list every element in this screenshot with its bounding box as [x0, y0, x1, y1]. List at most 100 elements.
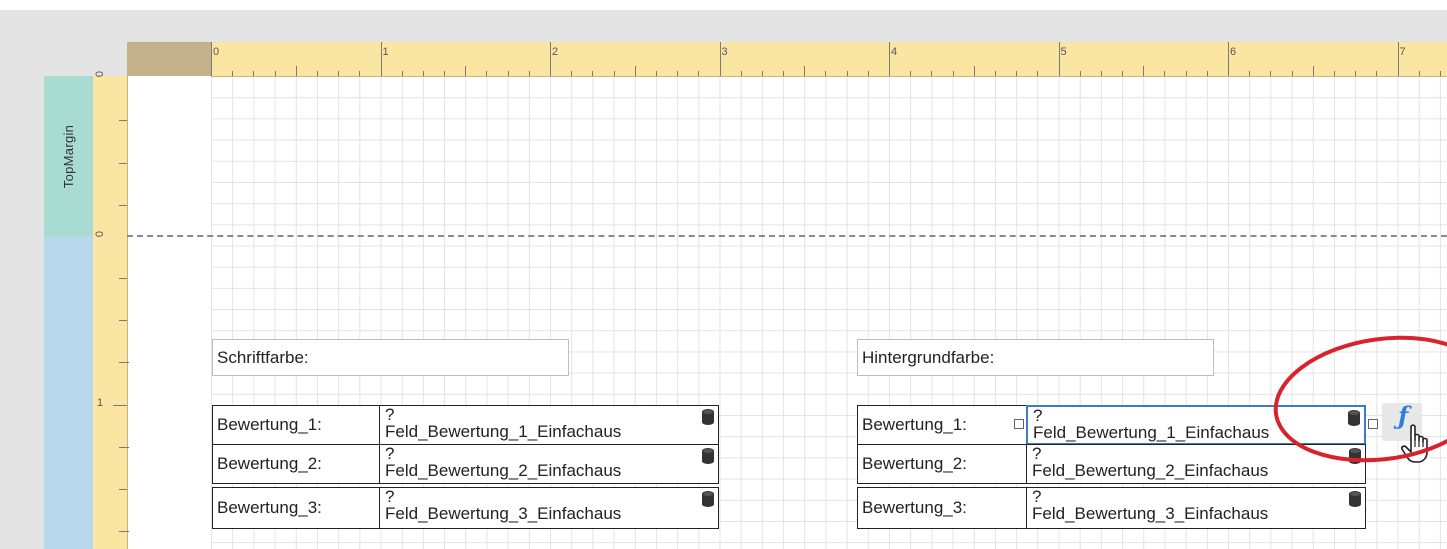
- resize-handle-left[interactable]: [1014, 419, 1024, 429]
- h-ruler-minor-tick: [274, 71, 276, 76]
- h-ruler-minor-tick: [1037, 71, 1039, 76]
- database-icon[interactable]: [1349, 491, 1361, 507]
- left-row1-field-cell[interactable]: ? Feld_Bewertung_1_Einfachaus: [379, 405, 719, 445]
- hintergrundfarbe-label[interactable]: Hintergrundfarbe:: [857, 339, 1214, 376]
- h-ruler-minor-tick: [422, 71, 424, 76]
- h-ruler-minor-tick: [1333, 71, 1335, 76]
- band-separator-line[interactable]: [127, 235, 1447, 237]
- row-label: Bewertung_2:: [217, 454, 322, 473]
- h-ruler-minor-tick: [465, 66, 467, 76]
- h-ruler-minor-tick: [1100, 71, 1102, 76]
- field-placeholder: ?: [385, 487, 395, 506]
- right-row3-label-cell[interactable]: Bewertung_3:: [857, 487, 1027, 529]
- h-ruler-major-tick: [719, 42, 721, 76]
- row-label: Bewertung_3:: [217, 498, 322, 517]
- h-ruler-minor-tick: [1312, 66, 1314, 76]
- field-placeholder: ?: [385, 405, 395, 424]
- h-ruler-minor-tick: [1016, 71, 1018, 76]
- h-ruler-minor-tick: [1249, 71, 1251, 76]
- h-ruler-minor-tick: [359, 71, 361, 76]
- h-ruler-minor-tick: [655, 71, 657, 76]
- left-row2-label-cell[interactable]: Bewertung_2:: [212, 444, 380, 484]
- h-ruler-minor-tick: [295, 66, 297, 76]
- vertical-ruler[interactable]: [93, 76, 128, 549]
- band-topmargin-label: TopMargin: [61, 124, 76, 188]
- v-ruler-tick: [119, 205, 127, 206]
- red-annotation-circle: [1273, 335, 1447, 463]
- h-ruler-minor-tick: [994, 71, 996, 76]
- h-ruler-number: 3: [721, 46, 728, 58]
- h-ruler-minor-tick: [740, 71, 742, 76]
- h-ruler-major-tick: [1228, 42, 1229, 76]
- h-ruler-minor-tick: [931, 71, 933, 76]
- h-ruler-major-tick: [380, 42, 382, 76]
- h-ruler-minor-tick: [444, 71, 446, 76]
- h-ruler-minor-tick: [825, 71, 827, 76]
- right-row1-label-cell[interactable]: Bewertung_1:: [857, 405, 1027, 445]
- page-left-margin: [127, 76, 211, 549]
- v-ruler-number: 0: [94, 70, 107, 78]
- h-ruler-minor-tick: [316, 71, 318, 76]
- v-ruler-tick: [119, 120, 127, 121]
- h-ruler-minor-tick: [910, 71, 912, 76]
- h-ruler-minor-tick: [613, 71, 615, 76]
- hintergrundfarbe-label-text: Hintergrundfarbe:: [862, 347, 995, 367]
- h-ruler-number: 1: [382, 46, 389, 58]
- h-ruler-minor-tick: [528, 71, 530, 76]
- h-ruler-minor-tick: [1270, 71, 1272, 76]
- schriftfarbe-label[interactable]: Schriftfarbe:: [212, 339, 569, 376]
- right-row2-label-cell[interactable]: Bewertung_2:: [857, 444, 1027, 484]
- h-ruler-minor-tick: [1143, 66, 1145, 76]
- schriftfarbe-label-text: Schriftfarbe:: [217, 347, 309, 367]
- v-ruler-tick: [119, 531, 129, 532]
- band-topmargin[interactable]: TopMargin: [44, 76, 94, 236]
- h-ruler-minor-tick: [1376, 71, 1378, 76]
- h-ruler-minor-tick: [253, 71, 255, 76]
- h-ruler-minor-tick: [867, 71, 869, 76]
- h-ruler-minor-tick: [1185, 71, 1187, 76]
- v-ruler-tick: [119, 163, 127, 164]
- field-expression: Feld_Bewertung_3_Einfachaus: [1032, 504, 1269, 523]
- h-ruler-minor-tick: [1291, 71, 1293, 76]
- left-row2-field-cell[interactable]: ? Feld_Bewertung_2_Einfachaus: [379, 444, 719, 484]
- field-placeholder: ?: [385, 444, 395, 463]
- h-ruler-number: 7: [1399, 46, 1406, 58]
- h-ruler-minor-tick: [698, 71, 700, 76]
- row-label: Bewertung_3:: [862, 498, 967, 517]
- database-icon[interactable]: [702, 448, 714, 464]
- h-ruler-minor-tick: [761, 71, 763, 76]
- database-icon[interactable]: [702, 409, 714, 425]
- left-row3-field-cell[interactable]: ? Feld_Bewertung_3_Einfachaus: [379, 487, 719, 529]
- v-ruler-tick: [113, 405, 127, 406]
- h-ruler-minor-tick: [1079, 71, 1081, 76]
- v-ruler-tick: [119, 362, 129, 363]
- ruler-corner: [127, 42, 211, 76]
- row-label: Bewertung_1:: [217, 415, 322, 434]
- h-ruler-major-tick: [1058, 42, 1060, 76]
- h-ruler-minor-tick: [634, 66, 636, 76]
- h-ruler-minor-tick: [1418, 71, 1420, 76]
- h-ruler-minor-tick: [507, 71, 509, 76]
- horizontal-ruler[interactable]: [211, 42, 1447, 77]
- h-ruler-minor-tick: [1439, 71, 1441, 76]
- h-ruler-major-tick: [1397, 42, 1399, 76]
- v-ruler-tick: [119, 278, 127, 279]
- row-label: Bewertung_1:: [862, 415, 967, 434]
- h-ruler-number: 5: [1060, 46, 1067, 58]
- h-ruler-minor-tick: [952, 71, 954, 76]
- h-ruler-minor-tick: [338, 71, 340, 76]
- h-ruler-minor-tick: [1206, 71, 1208, 76]
- left-row1-label-cell[interactable]: Bewertung_1:: [212, 405, 380, 445]
- left-row3-label-cell[interactable]: Bewertung_3:: [212, 487, 380, 529]
- database-icon[interactable]: [702, 491, 714, 507]
- h-ruler-number: 0: [213, 46, 220, 58]
- band-detail[interactable]: [44, 236, 94, 549]
- v-ruler-tick: [119, 489, 127, 490]
- field-expression: Feld_Bewertung_2_Einfachaus: [385, 461, 622, 480]
- h-ruler-major-tick: [550, 42, 551, 76]
- field-placeholder: ?: [1032, 487, 1042, 506]
- h-ruler-minor-tick: [846, 71, 848, 76]
- h-ruler-minor-tick: [1355, 71, 1357, 76]
- h-ruler-major-tick: [211, 42, 212, 76]
- right-row3-field-cell[interactable]: ? Feld_Bewertung_3_Einfachaus: [1026, 487, 1366, 529]
